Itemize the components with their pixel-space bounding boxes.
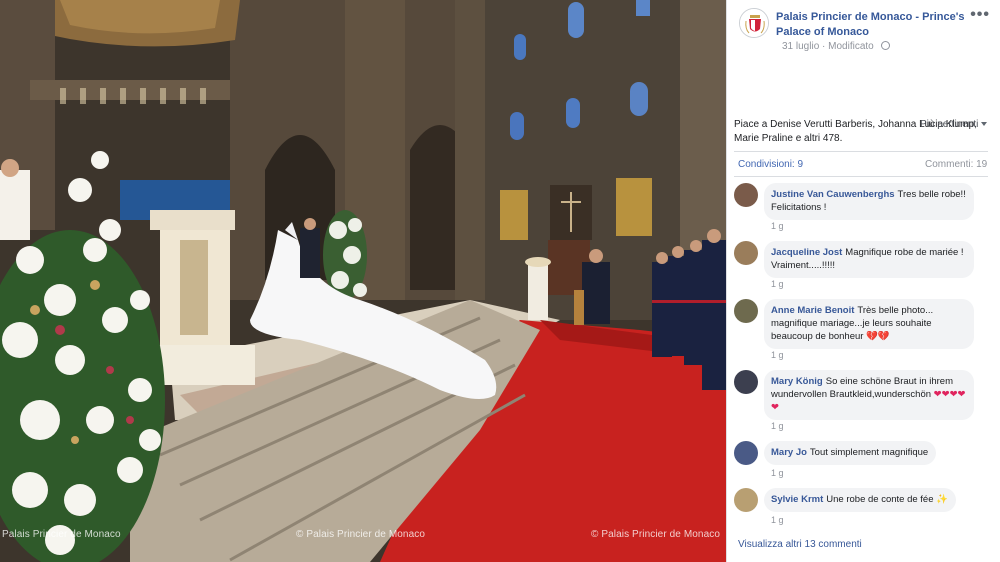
comment-age[interactable]: 1 g <box>771 279 784 289</box>
monaco-crest-icon <box>740 9 768 37</box>
post-meta: 31 luglio · Modificato <box>782 41 890 52</box>
avatar[interactable] <box>734 441 758 465</box>
comment-bubble: Anne Marie Benoit Très belle photo... mag… <box>764 299 974 349</box>
globe-icon <box>880 41 890 50</box>
post-photo[interactable]: Palais Princier de Monaco © Palais Princ… <box>0 0 726 562</box>
comment-author[interactable]: Jacqueline Jost <box>771 247 842 258</box>
view-more-comments-link[interactable]: Visualizza altri 13 commenti <box>738 539 862 550</box>
avatar[interactable] <box>734 241 758 265</box>
photo-watermark: Palais Princier de Monaco <box>2 529 121 540</box>
broken-heart-emoji: 💔💔 <box>866 331 890 342</box>
photo-watermark: © Palais Princier de Monaco <box>591 529 721 540</box>
avatar[interactable] <box>734 488 758 512</box>
comment-author[interactable]: Justine Van Cauwenberghs <box>771 189 895 200</box>
comment-age[interactable]: 1 g <box>771 350 784 360</box>
comment-author[interactable]: Mary Jo <box>771 447 807 458</box>
page-avatar[interactable] <box>739 8 769 38</box>
page-name-link[interactable]: Palais Princier de Monaco - Prince's Pal… <box>776 10 966 40</box>
comment-age[interactable]: 1 g <box>771 421 784 431</box>
sparkle-emoji: ✨ <box>936 494 948 505</box>
comments-count[interactable]: Commenti: 19 <box>925 159 987 170</box>
caret-down-icon <box>981 122 988 126</box>
avatar[interactable] <box>734 299 758 323</box>
post-edited[interactable]: Modificato <box>828 41 874 52</box>
avatar[interactable] <box>734 183 758 207</box>
comment-bubble: Mary König So eine schöne Braut in ihrem … <box>764 370 974 420</box>
comment-age[interactable]: 1 g <box>771 221 784 231</box>
comment-bubble: Jacqueline Jost Magnifique robe de mariée… <box>764 241 974 278</box>
comment-bubble: Justine Van Cauwenberghs Tres belle robe!… <box>764 183 974 220</box>
photo-watermark: © Palais Princier de Monaco <box>296 529 426 540</box>
comment-age[interactable]: 1 g <box>771 515 784 525</box>
sort-label: Più pertinenti <box>920 119 979 130</box>
sort-comments-dropdown[interactable]: Più pertinenti <box>920 119 988 130</box>
shares-count[interactable]: Condivisioni: 9 <box>738 159 803 170</box>
post-date[interactable]: 31 luglio <box>782 41 819 52</box>
divider <box>734 151 988 152</box>
avatar[interactable] <box>734 370 758 394</box>
post-side-panel: Palais Princier de Monaco - Prince's Pal… <box>726 0 1000 562</box>
more-options-icon[interactable]: ••• <box>970 6 990 24</box>
comment-age[interactable]: 1 g <box>771 468 784 478</box>
comment-author[interactable]: Mary König <box>771 376 823 387</box>
post-header: Palais Princier de Monaco - Prince's Pal… <box>727 0 1000 110</box>
comment-bubble: Mary Jo Tout simplement magnifique <box>764 441 937 465</box>
comment-text: Tout simplement magnifique <box>809 447 929 458</box>
cathedral-wedding-photo <box>0 0 726 562</box>
comment-author[interactable]: Anne Marie Benoit <box>771 305 854 316</box>
comment-author[interactable]: Sylvie Krmt <box>771 494 823 505</box>
comment-bubble: Sylvie Krmt Une robe de conte de fée ✨ <box>764 488 956 512</box>
divider <box>734 176 988 177</box>
comment-text: Une robe de conte de fée <box>826 494 934 505</box>
